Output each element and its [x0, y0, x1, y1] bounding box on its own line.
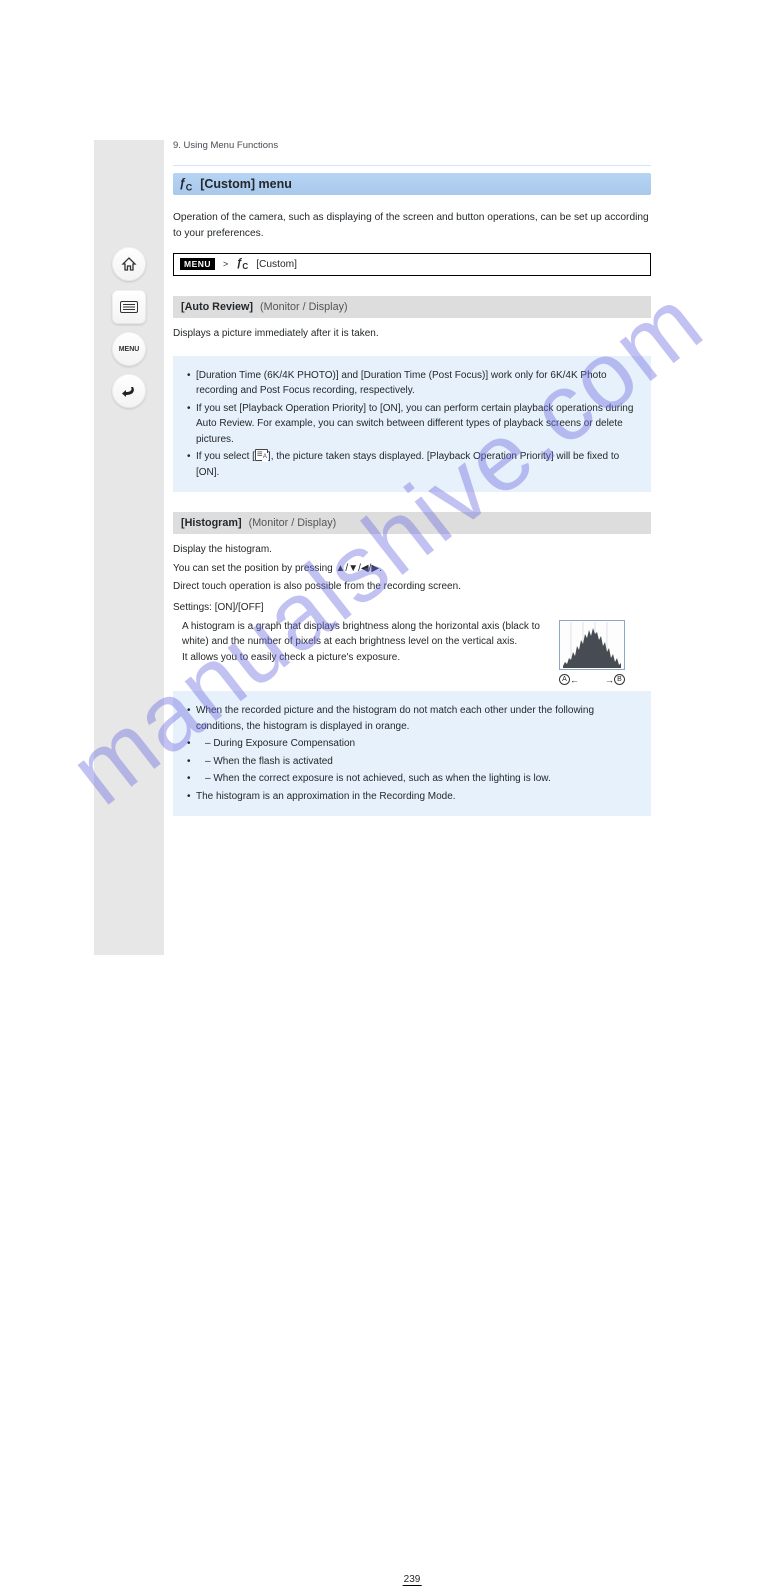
section-heading-auto-review: [Auto Review] (Monitor / Display) [173, 296, 651, 318]
back-icon [121, 384, 137, 398]
auto-review-notes: [Duration Time (6K/4K PHOTO)] and [Durat… [173, 356, 651, 493]
arrow-icon: > [223, 259, 228, 269]
hist-settings: Settings: [ON]/[OFF] [173, 602, 543, 613]
histogram-axis-labels: A ← → B [559, 674, 625, 685]
nav-menu-button[interactable]: MENU [112, 332, 146, 366]
page-number: 239 [403, 1574, 422, 1586]
rule-line [173, 165, 651, 166]
histogram-svg [561, 622, 623, 668]
section-heading-histogram: [Histogram] (Monitor / Display) [173, 512, 651, 534]
breadcrumb: 9. Using Menu Functions [173, 140, 651, 151]
note-subitem: – During Exposure Compensation [187, 736, 637, 752]
home-icon [121, 256, 137, 272]
note-item: When the recorded picture and the histog… [187, 703, 637, 734]
custom-menu-icon: ƒC [179, 176, 192, 192]
sidebar: MENU [94, 140, 164, 955]
menu-chip: MENU [180, 258, 215, 270]
hist-bullet: A histogram is a graph that displays bri… [173, 619, 543, 650]
menu-label: MENU [119, 346, 140, 353]
note-subitem: – When the correct exposure is not achie… [187, 771, 637, 787]
nav-home-button[interactable] [112, 247, 146, 281]
intro-text: Operation of the camera, such as display… [173, 210, 651, 241]
histogram-notes: When the recorded picture and the histog… [173, 691, 651, 816]
right-arrow-icon: → [605, 675, 614, 685]
hist-line: You can set the position by pressing ▲/▼… [173, 561, 543, 577]
nav-back-button[interactable] [112, 374, 146, 408]
note-subitem: – When the flash is activated [187, 754, 637, 770]
histogram-graphic [559, 620, 625, 670]
histogram-figure: A ← → B [559, 620, 625, 685]
text-overlay-icon [255, 449, 268, 461]
nav-keyboard-button[interactable] [112, 290, 146, 324]
section-subtitle: (Monitor / Display) [249, 517, 337, 529]
path-custom-label: [Custom] [256, 259, 297, 270]
hist-line: Display the histogram. [173, 542, 543, 558]
auto-review-body: Displays a picture immediately after it … [173, 326, 651, 342]
note-item: If you set [Playback Operation Priority]… [187, 401, 637, 448]
hist-line: Direct touch operation is also possible … [173, 579, 543, 595]
menu-path: MENU > ƒC [Custom] [173, 253, 651, 276]
title-band: ƒC [Custom] menu [173, 173, 651, 195]
section-title: [Auto Review] [181, 301, 253, 313]
page-content: 9. Using Menu Functions ƒC [Custom] menu… [173, 140, 651, 816]
note-item: The histogram is an approximation in the… [187, 789, 637, 805]
left-arrow-icon: ← [570, 675, 579, 685]
axis-a-marker: A [559, 674, 570, 685]
note-item: [Duration Time (6K/4K PHOTO)] and [Durat… [187, 368, 637, 399]
section-subtitle: (Monitor / Display) [260, 301, 348, 313]
section-title: [Histogram] [181, 517, 242, 529]
custom-menu-icon-small: ƒC [236, 257, 248, 271]
axis-b-marker: B [614, 674, 625, 685]
note-item: If you select [], the picture taken stay… [187, 449, 637, 480]
hist-bullet: It allows you to easily check a picture'… [173, 650, 543, 666]
page-title: [Custom] menu [200, 177, 292, 191]
keyboard-icon [120, 301, 138, 313]
note-text: If you select [ [196, 451, 255, 462]
